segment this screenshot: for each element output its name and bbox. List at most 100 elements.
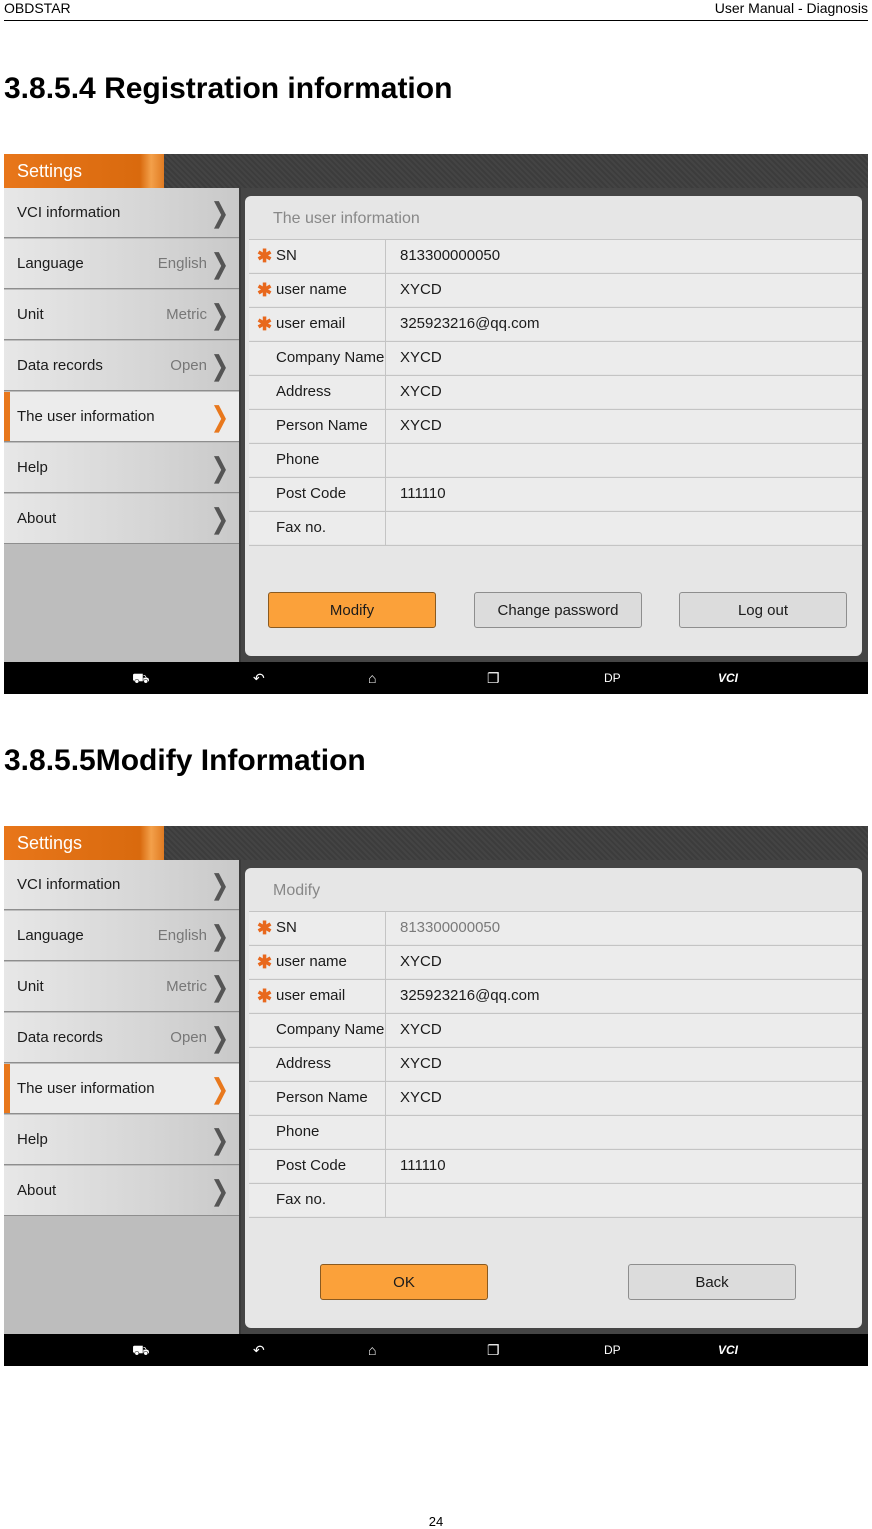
sidebar-item-data-records[interactable]: Data records Open ❯ [4,341,239,391]
sidebar-item-label: The user information [17,1080,155,1097]
dp-button[interactable]: DP [604,1334,621,1366]
field-value: 111110 [400,485,446,502]
sidebar-item-unit[interactable]: Unit Metric ❯ [4,962,239,1012]
field-row-person-name: Person Name XYCD [249,1081,862,1115]
user-information-card: The user information ✱ SN 813300000050 ✱… [245,196,862,656]
modify-button[interactable]: Modify [268,592,436,628]
field-value: XYCD [400,417,442,434]
field-label: Post Code [276,485,347,502]
column-divider [385,444,386,477]
field-label: Phone [276,451,320,468]
field-row-post-code: Post Code 111110 [249,1149,862,1183]
vci-status-icon[interactable]: VCI [718,662,738,694]
back-icon[interactable]: ↶ [253,662,265,694]
field-row-user-email: ✱ user email 325923216@qq.com [249,979,862,1013]
sidebar-item-unit[interactable]: Unit Metric ❯ [4,290,239,340]
system-nav-bar: ⛟ ↶ ⌂ ❐ DP VCI [4,1334,868,1366]
sidebar-item-label: Data records [17,357,103,374]
sn-readonly-value: 813300000050 [400,919,501,936]
dp-button[interactable]: DP [604,662,621,694]
column-divider [385,1116,386,1149]
field-row-fax: Fax no. [249,1183,862,1217]
vci-status-icon[interactable]: VCI [718,1334,738,1366]
system-nav-bar: ⛟ ↶ ⌂ ❐ DP VCI [4,662,868,694]
card-title: The user information [273,210,420,227]
registration-screenshot: Settings VCI information ❯ Language Engl… [4,154,868,694]
home-icon[interactable]: ⌂ [368,1334,376,1366]
sidebar-item-help[interactable]: Help ❯ [4,443,239,493]
sidebar-item-value: English [157,255,207,272]
column-divider [385,980,386,1013]
back-icon[interactable]: ↶ [253,1334,265,1366]
content-panel: Modify ✱ SN 813300000050 ✱ user name XYC… [241,860,868,1334]
person-name-input[interactable]: XYCD [400,1082,442,1114]
log-out-button[interactable]: Log out [679,592,847,628]
column-divider [385,240,386,273]
required-asterisk-icon: ✱ [257,918,273,938]
sidebar-item-value: English [157,927,207,944]
column-divider [385,1184,386,1217]
sidebar-item-label: VCI information [17,876,121,893]
required-asterisk-icon: ✱ [257,246,273,266]
table-bottom-border [249,1217,862,1218]
sidebar-item-label: Data records [17,1029,103,1046]
sidebar-item-vci-information[interactable]: VCI information ❯ [4,188,239,238]
sidebar-item-language[interactable]: Language English ❯ [4,911,239,961]
sidebar-item-label: VCI information [17,204,121,221]
modify-screenshot: Settings VCI information ❯ Language Engl… [4,826,868,1366]
sidebar-item-user-information[interactable]: The user information ❯ [4,392,239,442]
sidebar-item-value: Metric [166,306,207,323]
sidebar-item-about[interactable]: About ❯ [4,1166,239,1216]
sidebar-item-label: Language [17,255,84,272]
column-divider [385,274,386,307]
car-icon[interactable]: ⛟ [132,662,150,694]
column-divider [385,1014,386,1047]
sidebar-item-value: Metric [166,978,207,995]
card-title: Modify [273,882,321,899]
post-code-input[interactable]: 111110 [400,1150,446,1182]
sidebar-item-label: Language [17,927,84,944]
settings-sidebar: VCI information ❯ Language English ❯ Uni… [4,860,239,1334]
field-value: XYCD [400,349,442,366]
field-label: Company Name [276,349,384,366]
field-value: 325923216@qq.com [400,315,540,332]
table-bottom-border [249,545,862,546]
settings-tab[interactable]: Settings [4,826,164,860]
sidebar-item-vci-information[interactable]: VCI information ❯ [4,860,239,910]
user-email-input[interactable]: 325923216@qq.com [400,980,540,1012]
field-row-user-name: ✱ user name XYCD [249,945,862,979]
column-divider [385,1150,386,1183]
field-label: Person Name [276,1089,368,1106]
back-button[interactable]: Back [628,1264,796,1300]
field-label: Person Name [276,417,368,434]
car-icon[interactable]: ⛟ [132,1334,150,1366]
user-name-input[interactable]: XYCD [400,946,442,978]
ok-button[interactable]: OK [320,1264,488,1300]
field-label: Fax no. [276,1191,327,1208]
home-icon[interactable]: ⌂ [368,662,376,694]
sidebar-item-value: Open [170,1029,207,1046]
sidebar-item-label: Help [17,459,48,476]
chevron-right-icon: ❯ [210,502,229,534]
sidebar-item-label: About [17,510,57,527]
modify-card: Modify ✱ SN 813300000050 ✱ user name XYC… [245,868,862,1328]
required-asterisk-icon: ✱ [257,314,273,334]
sidebar-item-help[interactable]: Help ❯ [4,1115,239,1165]
column-divider [385,376,386,409]
sidebar-item-about[interactable]: About ❯ [4,494,239,544]
sidebar-item-label: Help [17,1131,48,1148]
sidebar-item-user-information[interactable]: The user information ❯ [4,1064,239,1114]
settings-tab[interactable]: Settings [4,154,164,188]
recent-apps-icon[interactable]: ❐ [487,1334,500,1366]
column-divider [385,410,386,443]
change-password-button[interactable]: Change password [474,592,642,628]
section-heading-modify: 3.8.5.5Modify Information [4,744,366,777]
column-divider [385,308,386,341]
sidebar-item-label: Unit [17,306,44,323]
recent-apps-icon[interactable]: ❐ [487,662,500,694]
sidebar-item-value: Open [170,357,207,374]
sidebar-item-data-records[interactable]: Data records Open ❯ [4,1013,239,1063]
sidebar-item-language[interactable]: Language English ❯ [4,239,239,289]
company-name-input[interactable]: XYCD [400,1014,442,1046]
address-input[interactable]: XYCD [400,1048,442,1080]
